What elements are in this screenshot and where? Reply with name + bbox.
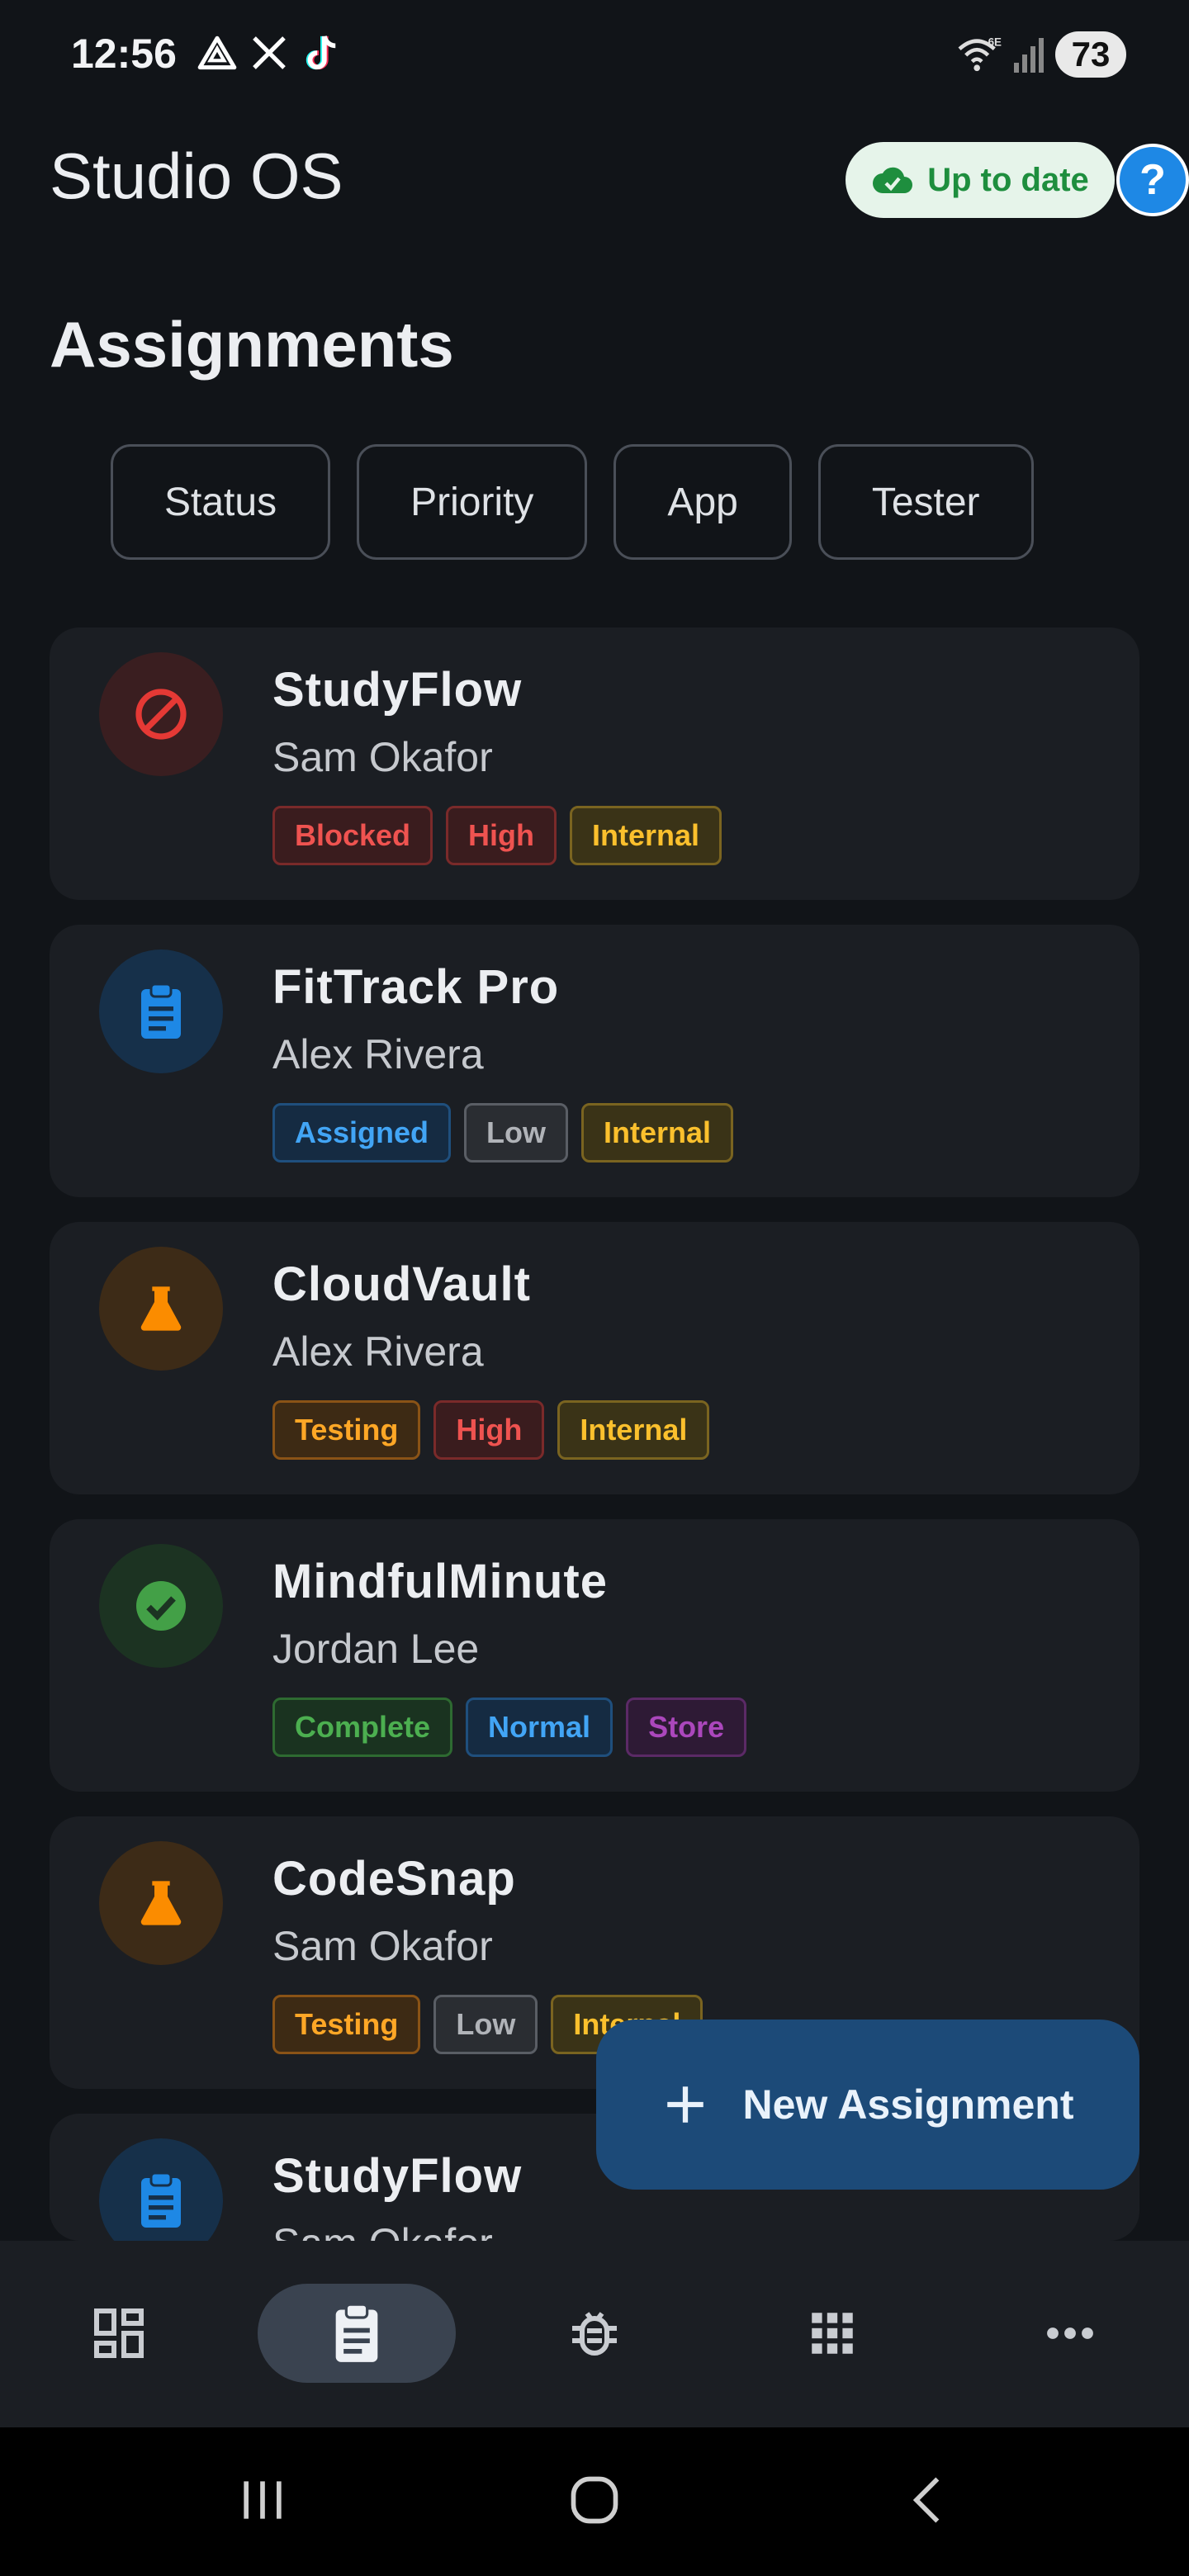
blocked-icon — [135, 689, 187, 740]
status-bar: 12:56 6E 73 — [0, 0, 1189, 116]
status-icon — [99, 1841, 223, 1965]
status-tag: Testing — [272, 1400, 421, 1460]
assignment-tester: Jordan Lee — [272, 1626, 480, 1672]
assignment-tester: Alex Rivera — [272, 1031, 484, 1077]
status-icon — [99, 2138, 223, 2241]
system-navigation-bar — [0, 2427, 1189, 2576]
assignment-card[interactable]: CloudVault Alex Rivera Testing High Inte… — [50, 1222, 1139, 1494]
clipboard-icon — [141, 2171, 181, 2228]
nav-apps[interactable] — [733, 2284, 931, 2383]
flask-icon — [140, 1881, 182, 1925]
nav-assignments[interactable] — [258, 2284, 456, 2383]
nav-more[interactable] — [971, 2284, 1169, 2383]
status-time: 12:56 — [71, 31, 177, 77]
assignment-card[interactable]: StudyFlow Sam Okafor Blocked High Intern… — [50, 627, 1139, 900]
assignment-card[interactable]: MindfulMinute Jordan Lee Complete Normal… — [50, 1519, 1139, 1792]
x-logo-icon — [253, 36, 286, 69]
priority-tag: High — [433, 1400, 545, 1460]
status-icon — [99, 949, 223, 1073]
status-tag: Testing — [272, 1995, 421, 2054]
cell-signal-icon — [1014, 38, 1044, 73]
bottom-navigation — [0, 2241, 1189, 2427]
wifi-icon: 6E — [958, 36, 1002, 72]
status-tag: Blocked — [272, 806, 433, 865]
sync-status-badge[interactable]: Up to date — [846, 142, 1115, 218]
bug-icon — [572, 2312, 617, 2356]
status-icon — [99, 652, 223, 776]
filter-app[interactable]: App — [613, 444, 792, 560]
back-icon[interactable] — [900, 2472, 956, 2528]
filter-status[interactable]: Status — [111, 444, 331, 560]
flask-icon — [140, 1286, 182, 1331]
app-title: Studio OS — [50, 140, 343, 212]
priority-tag: High — [446, 806, 557, 865]
assignment-app: CodeSnap — [272, 1852, 516, 1906]
assignment-card[interactable]: FitTrack Pro Alex Rivera Assigned Low In… — [50, 925, 1139, 1197]
filter-priority[interactable]: Priority — [357, 444, 588, 560]
assignment-app: MindfulMinute — [272, 1555, 609, 1608]
new-assignment-button[interactable]: New Assignment — [596, 2020, 1139, 2190]
tag-list: Testing High Internal — [272, 1400, 710, 1460]
recent-apps-icon[interactable] — [234, 2472, 291, 2528]
check-circle-icon — [136, 1581, 186, 1631]
wifi-label: 6E — [988, 36, 1002, 48]
help-button[interactable]: ? — [1116, 144, 1189, 216]
battery-indicator: 73 — [1055, 31, 1126, 78]
track-tag: Store — [626, 1698, 747, 1757]
track-tag: Internal — [570, 806, 722, 865]
assignment-app: StudyFlow — [272, 2149, 523, 2203]
tag-list: Assigned Low Internal — [272, 1103, 734, 1163]
assignment-tester: Sam Okafor — [272, 2219, 493, 2241]
filter-bar: Status Priority App Tester — [111, 444, 1034, 560]
filter-tester[interactable]: Tester — [817, 444, 1034, 560]
home-icon[interactable] — [565, 2472, 624, 2528]
status-icon — [99, 1247, 223, 1371]
assignment-tester: Sam Okafor — [272, 734, 493, 780]
tag-list: Blocked High Internal — [272, 806, 722, 865]
more-horizontal-icon — [1047, 2327, 1093, 2339]
page-title: Assignments — [50, 308, 454, 381]
track-tag: Internal — [557, 1400, 710, 1460]
clipboard-icon — [141, 983, 181, 1039]
dashboard-icon — [94, 2308, 144, 2358]
tiktok-icon — [306, 36, 336, 70]
status-icon — [99, 1544, 223, 1668]
priority-tag: Normal — [466, 1698, 613, 1757]
apps-grid-icon — [812, 2313, 853, 2354]
sync-status-label: Up to date — [927, 161, 1089, 198]
assignment-app: StudyFlow — [272, 663, 523, 717]
cloud-check-icon — [873, 167, 913, 193]
tag-list: Complete Normal Store — [272, 1698, 747, 1757]
status-tag: Complete — [272, 1698, 453, 1757]
priority-tag: Low — [433, 1995, 538, 2054]
priority-tag: Low — [464, 1103, 569, 1163]
assignment-tester: Alex Rivera — [272, 1328, 484, 1375]
plus-icon — [667, 2086, 704, 2123]
status-tag: Assigned — [272, 1103, 452, 1163]
nav-bugs[interactable] — [495, 2284, 694, 2383]
new-assignment-label: New Assignment — [742, 2081, 1074, 2128]
alert-triangle-icon — [197, 36, 237, 70]
clipboard-icon — [335, 2303, 378, 2362]
nav-dashboard[interactable] — [20, 2284, 218, 2383]
track-tag: Internal — [581, 1103, 734, 1163]
assignment-tester: Sam Okafor — [272, 1923, 493, 1969]
assignment-app: CloudVault — [272, 1257, 531, 1311]
assignment-app: FitTrack Pro — [272, 960, 560, 1014]
